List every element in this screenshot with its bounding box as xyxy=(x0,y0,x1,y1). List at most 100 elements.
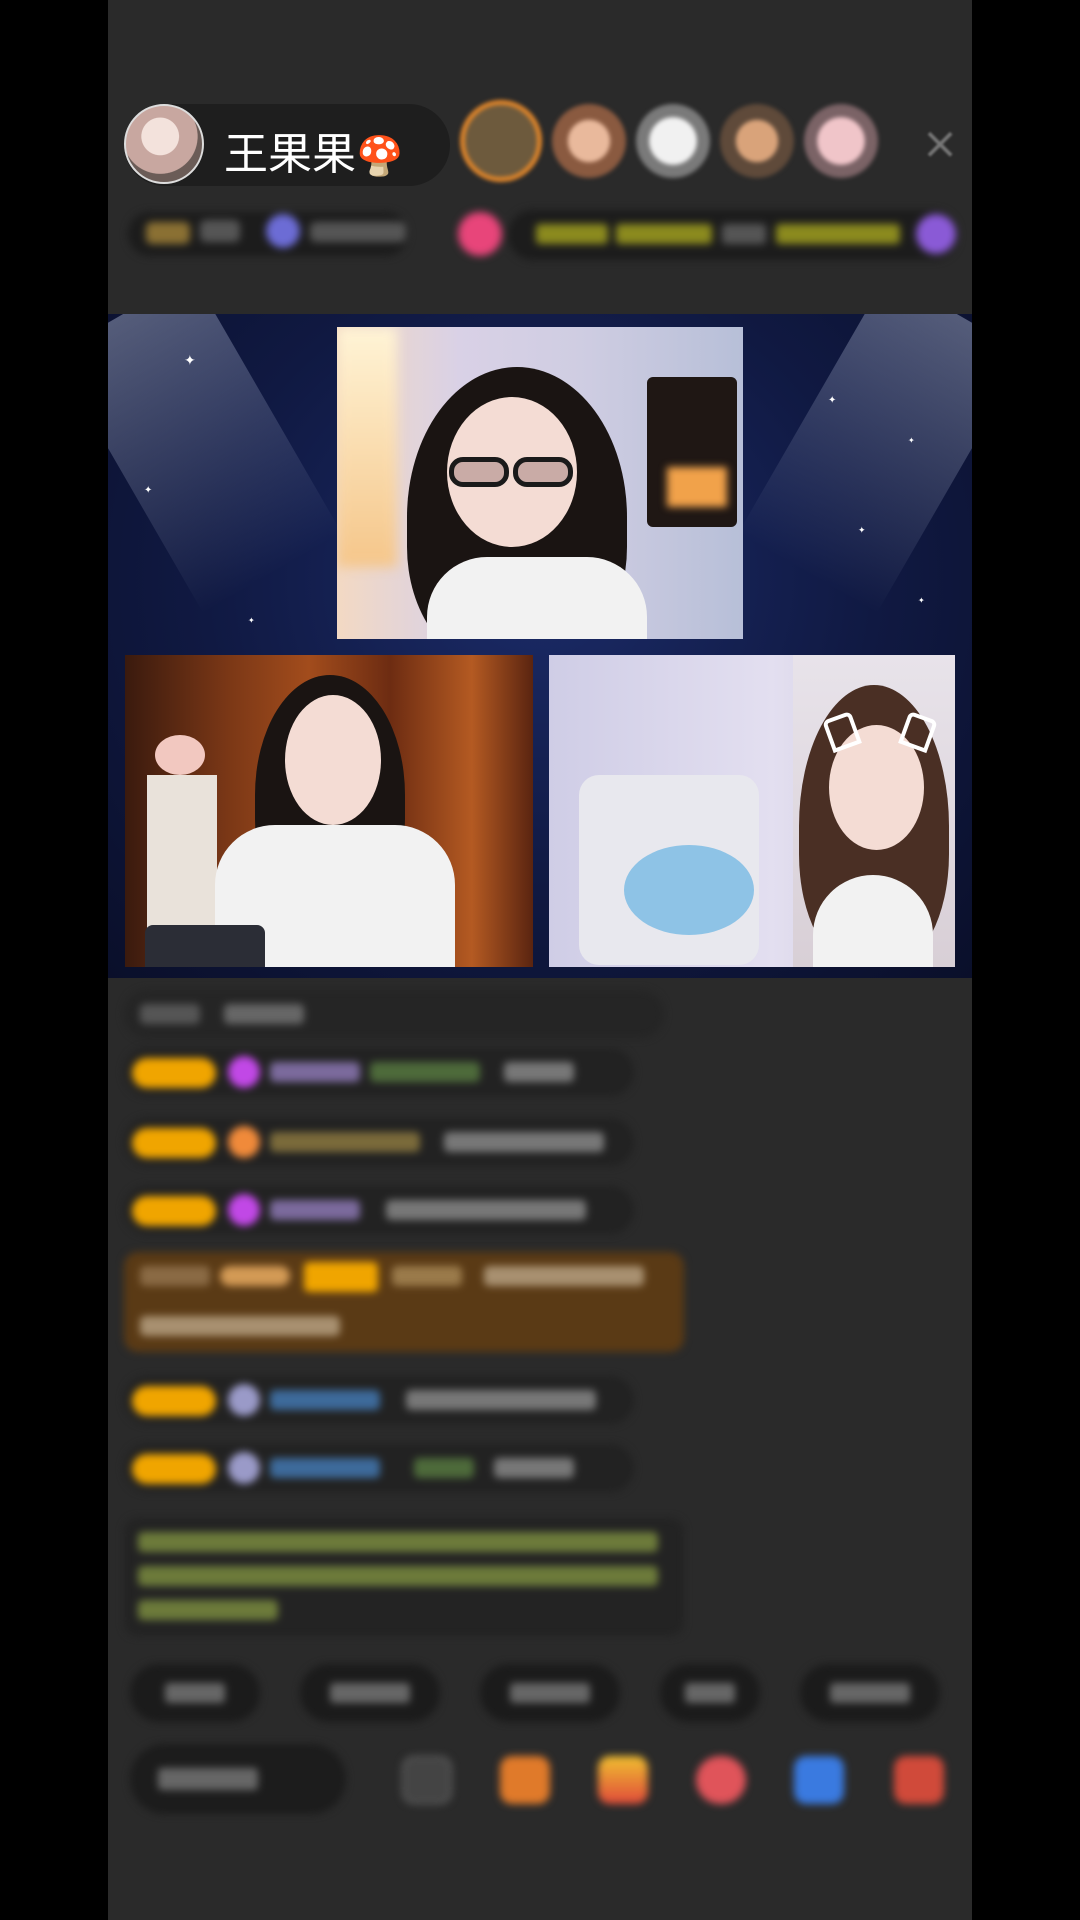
star-decoration: ✦ xyxy=(184,353,196,369)
chat-message[interactable] xyxy=(124,1186,634,1234)
quick-reply-button[interactable] xyxy=(800,1664,940,1722)
chat-highlight-message[interactable] xyxy=(124,1252,684,1352)
quick-reply-text xyxy=(510,1683,590,1703)
level-badge xyxy=(304,1262,378,1292)
fireplace-glow xyxy=(667,467,727,507)
viewer-avatar[interactable] xyxy=(720,104,794,178)
guest-video-feed[interactable] xyxy=(125,655,533,967)
chat-username xyxy=(270,1200,360,1220)
quick-reply-button[interactable] xyxy=(480,1664,620,1722)
chat-text xyxy=(140,1004,200,1024)
host-info-pill[interactable]: 王果果🍄 xyxy=(124,104,450,186)
star-decoration: ✦ xyxy=(248,616,255,625)
lamp-glow xyxy=(337,327,397,567)
gem-icon xyxy=(228,1452,260,1484)
gift-icon[interactable] xyxy=(894,1756,944,1804)
chat-username xyxy=(270,1390,380,1410)
host-video-feed[interactable] xyxy=(337,327,743,639)
chat-system-message xyxy=(124,990,664,1038)
gem-icon xyxy=(228,1384,260,1416)
star-decoration: ✦ xyxy=(828,395,837,406)
chat-text xyxy=(386,1200,586,1220)
follow-icon[interactable] xyxy=(458,212,502,256)
game-icon[interactable] xyxy=(794,1756,844,1804)
lips-icon[interactable] xyxy=(696,1756,746,1804)
comment-placeholder xyxy=(158,1768,258,1790)
fan-club-text xyxy=(310,222,406,242)
quick-reply-text xyxy=(165,1683,225,1703)
person-face xyxy=(285,695,381,825)
spotlight-beam xyxy=(108,314,343,614)
star-decoration: ✦ xyxy=(144,485,153,496)
chat-text xyxy=(138,1532,658,1552)
chat-username xyxy=(392,1266,462,1286)
viewer-avatar[interactable] xyxy=(636,104,710,178)
level-badge xyxy=(132,1454,216,1484)
quick-reply-text xyxy=(830,1683,910,1703)
top-viewers-list xyxy=(460,100,878,184)
quick-reply-row xyxy=(130,1664,972,1724)
announcement-text xyxy=(536,224,608,244)
chat-text xyxy=(140,1266,210,1286)
announcement-icon xyxy=(916,214,956,254)
chat-username xyxy=(270,1062,360,1082)
chat-text xyxy=(414,1458,474,1478)
person-shirt xyxy=(427,557,647,639)
quick-reply-text xyxy=(330,1683,410,1703)
announcement-text xyxy=(722,224,766,244)
room-info-row xyxy=(128,208,958,260)
mushroom-emoji-icon: 🍄 xyxy=(356,134,404,178)
gem-icon xyxy=(228,1194,260,1226)
pillow xyxy=(624,845,754,935)
chat-text xyxy=(444,1132,604,1152)
level-badge xyxy=(132,1386,216,1416)
host-name-text: 王果果 xyxy=(224,129,356,180)
quick-reply-button[interactable] xyxy=(300,1664,440,1722)
quick-reply-button[interactable] xyxy=(660,1664,760,1722)
spotlight-beam xyxy=(737,314,972,614)
glasses xyxy=(449,457,509,487)
live-room-screen: 王果果🍄 × ✦ ✦ ✦ ✦ ✦ ✦ ✦ xyxy=(108,0,972,1920)
chat-message[interactable] xyxy=(124,1376,634,1424)
chat-message[interactable] xyxy=(124,1444,634,1492)
gem-icon xyxy=(228,1126,260,1158)
chat-text xyxy=(484,1266,644,1286)
chat-message[interactable] xyxy=(124,1118,634,1166)
chat-text xyxy=(138,1566,658,1586)
chat-text xyxy=(140,1316,340,1336)
chat-text xyxy=(224,1004,304,1024)
quick-reply-button[interactable] xyxy=(130,1664,260,1722)
chat-notice-message xyxy=(124,1518,684,1636)
level-badge xyxy=(132,1196,216,1226)
host-avatar[interactable] xyxy=(124,104,204,184)
emoji-icon[interactable] xyxy=(402,1756,452,1804)
gift-box-icon[interactable] xyxy=(500,1756,550,1804)
fan-club-icon xyxy=(266,214,300,248)
rank-badge xyxy=(146,222,190,244)
chat-text xyxy=(504,1062,574,1082)
chat-username xyxy=(270,1132,420,1152)
chat-username xyxy=(270,1458,380,1478)
microphone xyxy=(145,925,265,967)
close-icon[interactable]: × xyxy=(920,122,960,166)
flowers xyxy=(155,735,205,775)
star-decoration: ✦ xyxy=(918,596,925,605)
level-badge xyxy=(132,1058,216,1088)
announcement-text xyxy=(616,224,712,244)
rank-text xyxy=(200,220,240,242)
quick-reply-text xyxy=(685,1683,735,1703)
chat-text xyxy=(370,1062,480,1082)
viewer-avatar[interactable] xyxy=(460,100,542,182)
viewer-avatar[interactable] xyxy=(552,104,626,178)
guest-video-feed[interactable] xyxy=(549,655,955,967)
viewer-avatar[interactable] xyxy=(804,104,878,178)
level-badge xyxy=(132,1128,216,1158)
chat-text xyxy=(406,1390,596,1410)
gem-icon xyxy=(228,1056,260,1088)
comment-input[interactable] xyxy=(130,1744,346,1814)
glasses xyxy=(513,457,573,487)
chat-message[interactable] xyxy=(124,1048,634,1096)
chat-badge xyxy=(220,1266,290,1286)
chat-text xyxy=(138,1600,278,1620)
treasure-icon[interactable] xyxy=(598,1756,648,1804)
